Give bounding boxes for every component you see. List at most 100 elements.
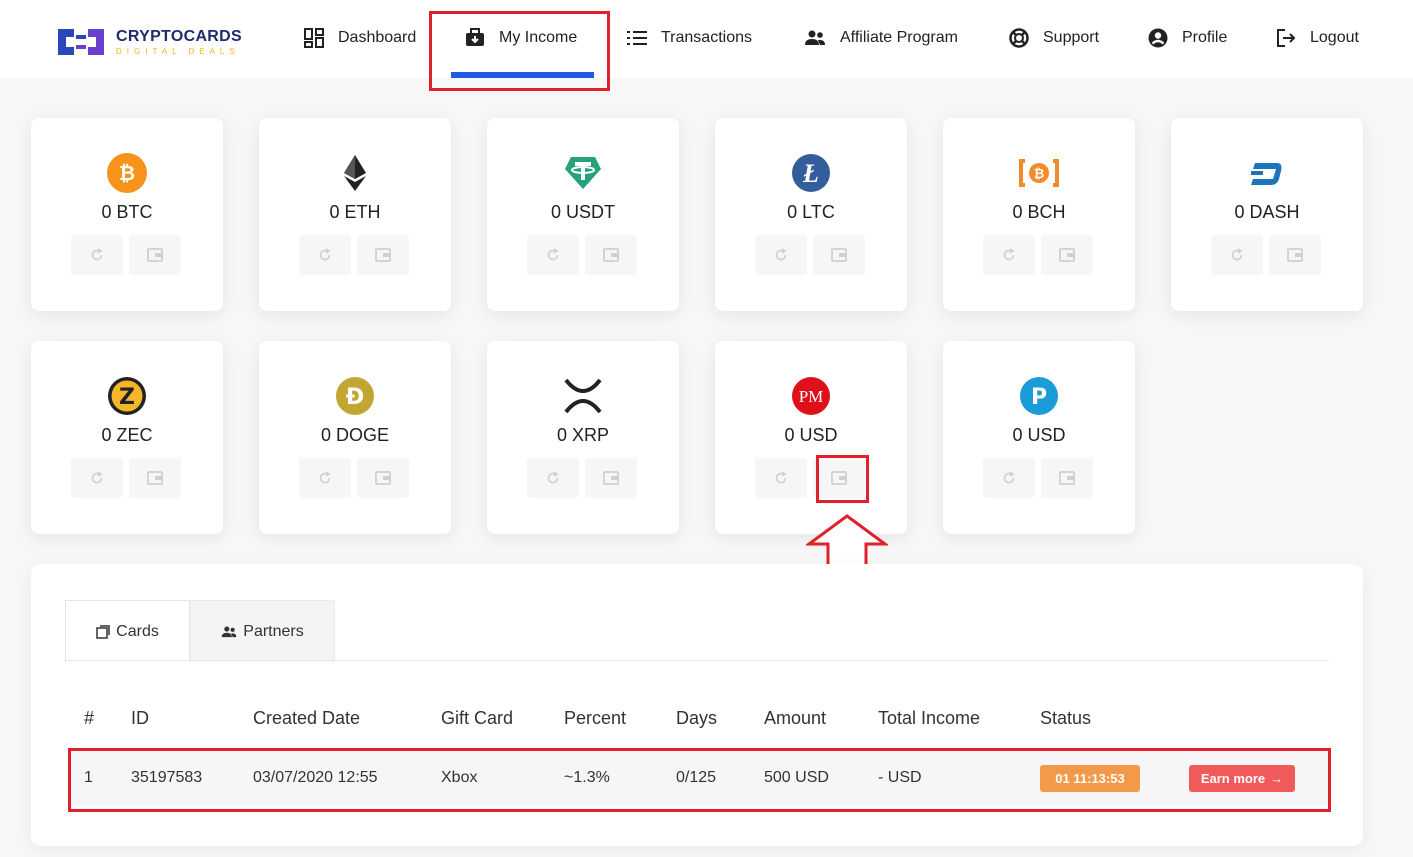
coin-balance: 0 USD xyxy=(1012,425,1066,445)
svg-text:Z: Z xyxy=(119,385,135,410)
coin-card-usdt: 0 USDT xyxy=(487,118,679,311)
nav-transactions[interactable]: Transactions xyxy=(627,22,752,54)
refresh-button[interactable] xyxy=(1211,235,1263,275)
coin-balance: 0 USDT xyxy=(550,202,615,222)
dogecoin-icon: Ð xyxy=(336,377,374,415)
refresh-icon xyxy=(1003,248,1015,261)
coin-balance: 0 DASH xyxy=(1234,202,1300,222)
refresh-icon xyxy=(547,248,559,261)
refresh-button[interactable] xyxy=(755,235,807,275)
xrp-icon xyxy=(564,378,602,414)
refresh-button[interactable] xyxy=(299,458,351,498)
refresh-icon xyxy=(775,471,787,484)
bitcoin-icon: ₿ xyxy=(107,153,147,193)
nav-profile-label: Profile xyxy=(1182,29,1228,46)
svg-text:P: P xyxy=(1031,385,1047,410)
col-header-gift-card: Gift Card xyxy=(441,708,514,728)
col-header-total-income: Total Income xyxy=(878,708,981,728)
svg-text:₿: ₿ xyxy=(119,161,135,185)
withdraw-wallet-button[interactable] xyxy=(1041,235,1093,275)
lifebuoy-icon xyxy=(1009,28,1029,48)
coin-balance: 0 BCH xyxy=(1012,202,1066,222)
litecoin-icon: Ł xyxy=(792,154,830,192)
refresh-button[interactable] xyxy=(71,458,123,498)
nav-logout-label: Logout xyxy=(1310,29,1359,46)
refresh-button[interactable] xyxy=(983,235,1035,275)
coin-card-perfect-money: PM 0 USD xyxy=(715,341,907,534)
refresh-icon xyxy=(1231,248,1243,261)
wallet-icon xyxy=(831,248,847,262)
wallet-icon xyxy=(603,248,619,262)
refresh-icon xyxy=(547,471,559,484)
top-navbar: CRYPTOCARDS DIGITAL DEALS Dashboard My I… xyxy=(0,0,1413,78)
wallet-icon xyxy=(375,248,391,262)
coin-balance: 0 DOGE xyxy=(320,425,390,445)
nav-dashboard-label: Dashboard xyxy=(338,29,417,46)
users-icon xyxy=(221,626,237,637)
tab-cards-label: Cards xyxy=(116,622,159,640)
withdraw-wallet-button[interactable] xyxy=(357,458,409,498)
nav-logout[interactable]: Logout xyxy=(1276,22,1359,54)
refresh-button[interactable] xyxy=(983,458,1035,498)
refresh-button[interactable] xyxy=(527,458,579,498)
coin-card-zec: Z 0 ZEC xyxy=(31,341,223,534)
withdraw-wallet-button[interactable] xyxy=(357,235,409,275)
perfect-money-icon: PM xyxy=(792,377,830,415)
coin-balance: 0 USD xyxy=(784,425,838,445)
withdraw-wallet-button[interactable] xyxy=(129,235,181,275)
wallet-icon xyxy=(1287,248,1303,262)
coin-balance: 0 ETH xyxy=(329,202,381,222)
tab-partners-label: Partners xyxy=(243,622,304,640)
col-header-created-date: Created Date xyxy=(253,708,361,728)
refresh-icon xyxy=(1003,471,1015,484)
col-header-percent: Percent xyxy=(564,708,627,728)
nav-affiliate-program[interactable]: Affiliate Program xyxy=(804,22,958,54)
tab-partners[interactable]: Partners xyxy=(190,600,335,662)
wallet-icon xyxy=(1059,248,1075,262)
tether-icon xyxy=(565,157,601,189)
refresh-icon xyxy=(775,248,787,261)
withdraw-wallet-button[interactable] xyxy=(585,458,637,498)
coin-card-xrp: 0 XRP xyxy=(487,341,679,534)
nav-transactions-label: Transactions xyxy=(661,29,752,46)
tab-cards[interactable]: Cards xyxy=(65,600,190,662)
svg-text:Ð: Ð xyxy=(346,385,364,410)
users-icon xyxy=(805,30,825,45)
coin-card-ltc: Ł 0 LTC xyxy=(715,118,907,311)
coin-balance: 0 LTC xyxy=(787,202,835,222)
withdraw-wallet-button[interactable] xyxy=(585,235,637,275)
col-header-days: Days xyxy=(676,708,718,728)
bitcoin-cash-icon: ₿ xyxy=(1019,159,1059,187)
coin-balance: 0 ZEC xyxy=(101,425,153,445)
coin-card-eth: 0 ETH xyxy=(259,118,451,311)
withdraw-wallet-button[interactable] xyxy=(813,235,865,275)
highlight-row-annotation xyxy=(68,748,1331,812)
wallet-icon xyxy=(1059,471,1075,485)
list-icon xyxy=(627,31,647,45)
coin-card-btc: ₿ 0 BTC xyxy=(31,118,223,311)
withdraw-wallet-button[interactable] xyxy=(1269,235,1321,275)
dash-icon xyxy=(1251,163,1282,185)
wallet-icon xyxy=(147,471,163,485)
nav-dashboard[interactable]: Dashboard xyxy=(304,22,416,54)
user-circle-icon xyxy=(1148,28,1168,48)
brand-name: CRYPTOCARDS xyxy=(116,28,242,45)
wallet-icon xyxy=(147,248,163,262)
highlight-my-income-annotation xyxy=(429,11,610,91)
wallet-icon xyxy=(603,471,619,485)
refresh-button[interactable] xyxy=(527,235,579,275)
withdraw-wallet-button[interactable] xyxy=(1041,458,1093,498)
nav-profile[interactable]: Profile xyxy=(1148,22,1227,54)
refresh-button[interactable] xyxy=(755,458,807,498)
refresh-icon xyxy=(319,471,331,484)
coin-card-bch: ₿ 0 BCH xyxy=(943,118,1135,311)
coin-balance: 0 XRP xyxy=(556,425,610,445)
highlight-wallet-annotation xyxy=(816,455,869,503)
refresh-button[interactable] xyxy=(299,235,351,275)
withdraw-wallet-button[interactable] xyxy=(129,458,181,498)
nav-support[interactable]: Support xyxy=(1009,22,1099,54)
col-header-id: ID xyxy=(131,708,149,728)
refresh-button[interactable] xyxy=(71,235,123,275)
nav-affiliate-program-label: Affiliate Program xyxy=(840,29,958,46)
brand-logo[interactable]: CRYPTOCARDS DIGITAL DEALS xyxy=(56,24,256,60)
